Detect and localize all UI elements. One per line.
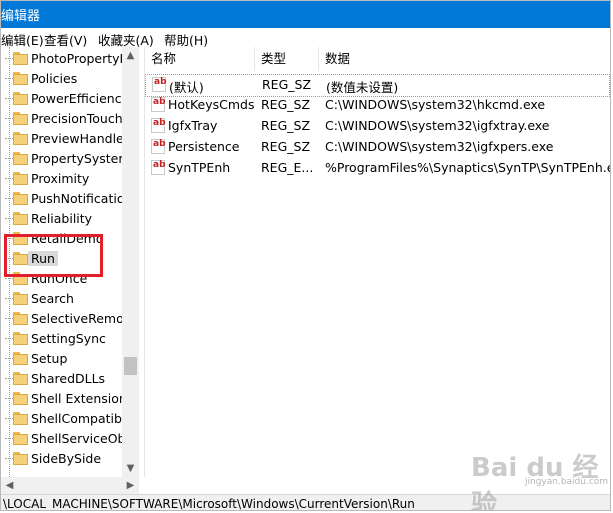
status-path: \LOCAL_MACHINE\SOFTWARE\Microsoft\Window… [3,497,415,511]
tree-item-label: Policies [31,71,78,86]
column-header-data[interactable]: 数据 [319,47,610,71]
tree-item-label: PhotoPropertyH [31,51,129,66]
value-name: HotKeysCmds [168,97,255,112]
tree-item-label: SelectiveRemote [31,311,137,326]
table-row[interactable]: ab SynTPEnh REG_E... %ProgramFiles%\Synapti… [145,158,610,179]
tree-item[interactable]: Setup [1,349,122,369]
tree-item[interactable]: Reliability [1,209,122,229]
reg-string-icon: ab [151,97,166,112]
value-type: REG_SZ [262,77,312,92]
tree-item[interactable]: SelectiveRemote [1,309,136,329]
tree-item-label: SideBySide [31,451,102,466]
folder-icon [13,72,28,85]
tree-item[interactable]: PowerEfficiency [1,89,129,109]
scroll-right-icon[interactable]: ▶ [122,477,139,494]
watermark-logo: Bai du 经验 jingyan.baidu.com [471,447,608,510]
tree-item-label: SettingSync [31,331,106,346]
folder-icon [13,52,28,65]
table-row[interactable]: ab (默认) REG_SZ (数值未设置) [145,74,610,97]
value-name: Persistence [168,139,240,154]
table-row[interactable]: ab Persistence REG_SZ C:\WINDOWS\system32\i… [145,137,610,158]
tree-item-label: Shell Extensions [31,391,134,406]
tree-item-label: PropertySystem [31,151,131,166]
tree-item-label: Proximity [31,171,90,186]
folder-icon [13,112,28,125]
tree-vertical-scrollbar[interactable]: ▲ ▼ [122,47,139,477]
folder-icon [13,452,28,465]
scroll-up-icon[interactable]: ▲ [122,47,139,64]
folder-icon [13,192,28,205]
value-data: C:\WINDOWS\system32\igfxtray.exe [325,118,550,133]
value-data: %ProgramFiles%\Synaptics\SynTP\SynTPEnh.… [325,160,611,175]
tree-item-label: PowerEfficiency [31,91,130,106]
scroll-left-icon[interactable]: ◀ [1,477,18,494]
menu-bar: 编辑(E) 查看(V) 收藏夹(A) 帮助(H) [1,28,610,48]
folder-icon [13,372,28,385]
folder-icon [13,132,28,145]
folder-icon [13,292,28,305]
folder-icon [13,432,28,445]
value-name: (默认) [169,80,204,95]
value-data: C:\WINDOWS\system32\igfxpers.exe [325,139,554,154]
tree-item[interactable]: PropertySystem [1,149,131,169]
reg-string-icon: ab [151,118,166,133]
table-row[interactable]: ab IgfxTray REG_SZ C:\WINDOWS\system32\igfx… [145,116,610,137]
scroll-down-icon[interactable]: ▼ [122,460,139,477]
tree-item[interactable]: PhotoPropertyH [1,49,129,69]
value-type: REG_SZ [261,97,311,112]
folder-icon [13,332,28,345]
title-bar[interactable]: 编辑器 [1,1,610,28]
value-type: REG_SZ [261,139,311,154]
tree-item-label: ShellCompatibil [31,411,129,426]
tree-item[interactable]: SideBySide [1,449,122,469]
table-row[interactable]: ab HotKeysCmds REG_SZ C:\WINDOWS\system32\h… [145,95,610,116]
window-title: 编辑器 [1,9,41,24]
tree-item[interactable]: ShellCompatibil [1,409,129,429]
annotation-highlight-box [4,234,103,277]
tree-item-label: Setup [31,351,68,366]
folder-icon [13,392,28,405]
tree-item[interactable]: SharedDLLs [1,369,122,389]
tree-item[interactable]: Search [1,289,122,309]
column-header-name[interactable]: 名称 [145,47,255,71]
tree-item[interactable]: ShellServiceObj [1,429,129,449]
tree-item-label: Search [31,291,74,306]
value-type: REG_E... [261,160,314,175]
tree-item-label: SharedDLLs [31,371,106,386]
value-type: REG_SZ [261,118,311,133]
tree-item-label: Reliability [31,211,93,226]
folder-icon [13,172,28,185]
tree-item[interactable]: Proximity [1,169,122,189]
tree-item[interactable]: Shell Extensions [1,389,133,409]
folder-icon [13,92,28,105]
folder-icon [13,412,28,425]
folder-icon [13,312,28,325]
folder-icon [13,212,28,225]
tree-item[interactable]: PrecisionTouchP [1,109,130,129]
folder-icon [13,152,28,165]
tree-item-label: PushNotification [31,191,133,206]
tree-item[interactable]: Policies [1,69,122,89]
scroll-thumb[interactable] [124,357,137,375]
tree-item-label: PreviewHandler [31,131,129,146]
value-name: IgfxTray [168,118,218,133]
tree-item-label: PrecisionTouchP [31,111,131,126]
reg-string-icon: ab [151,139,166,154]
tree-item[interactable]: SettingSync [1,329,122,349]
registry-editor-window: 编辑器 编辑(E) 查看(V) 收藏夹(A) 帮助(H) PhotoProper… [0,0,611,511]
column-header-type[interactable]: 类型 [255,47,319,71]
tree-item[interactable]: PushNotification [1,189,132,209]
tree-horizontal-scrollbar[interactable]: ◀ ▶ [1,477,139,494]
watermark-subtext: jingyan.baidu.com [525,477,609,487]
value-data: (数值未设置) [326,80,399,95]
value-data: C:\WINDOWS\system32\hkcmd.exe [325,97,546,112]
values-list: 名称 类型 数据 ab (默认) REG_SZ (数值未设置) ab HotKeysCmd… [144,47,610,477]
tree-item[interactable]: PreviewHandler [1,129,129,149]
reg-string-icon: ab [152,77,167,92]
tree-item-label: ShellServiceObj [31,431,129,446]
folder-icon [13,352,28,365]
value-name: SynTPEnh [168,160,231,175]
reg-string-icon: ab [151,160,166,175]
